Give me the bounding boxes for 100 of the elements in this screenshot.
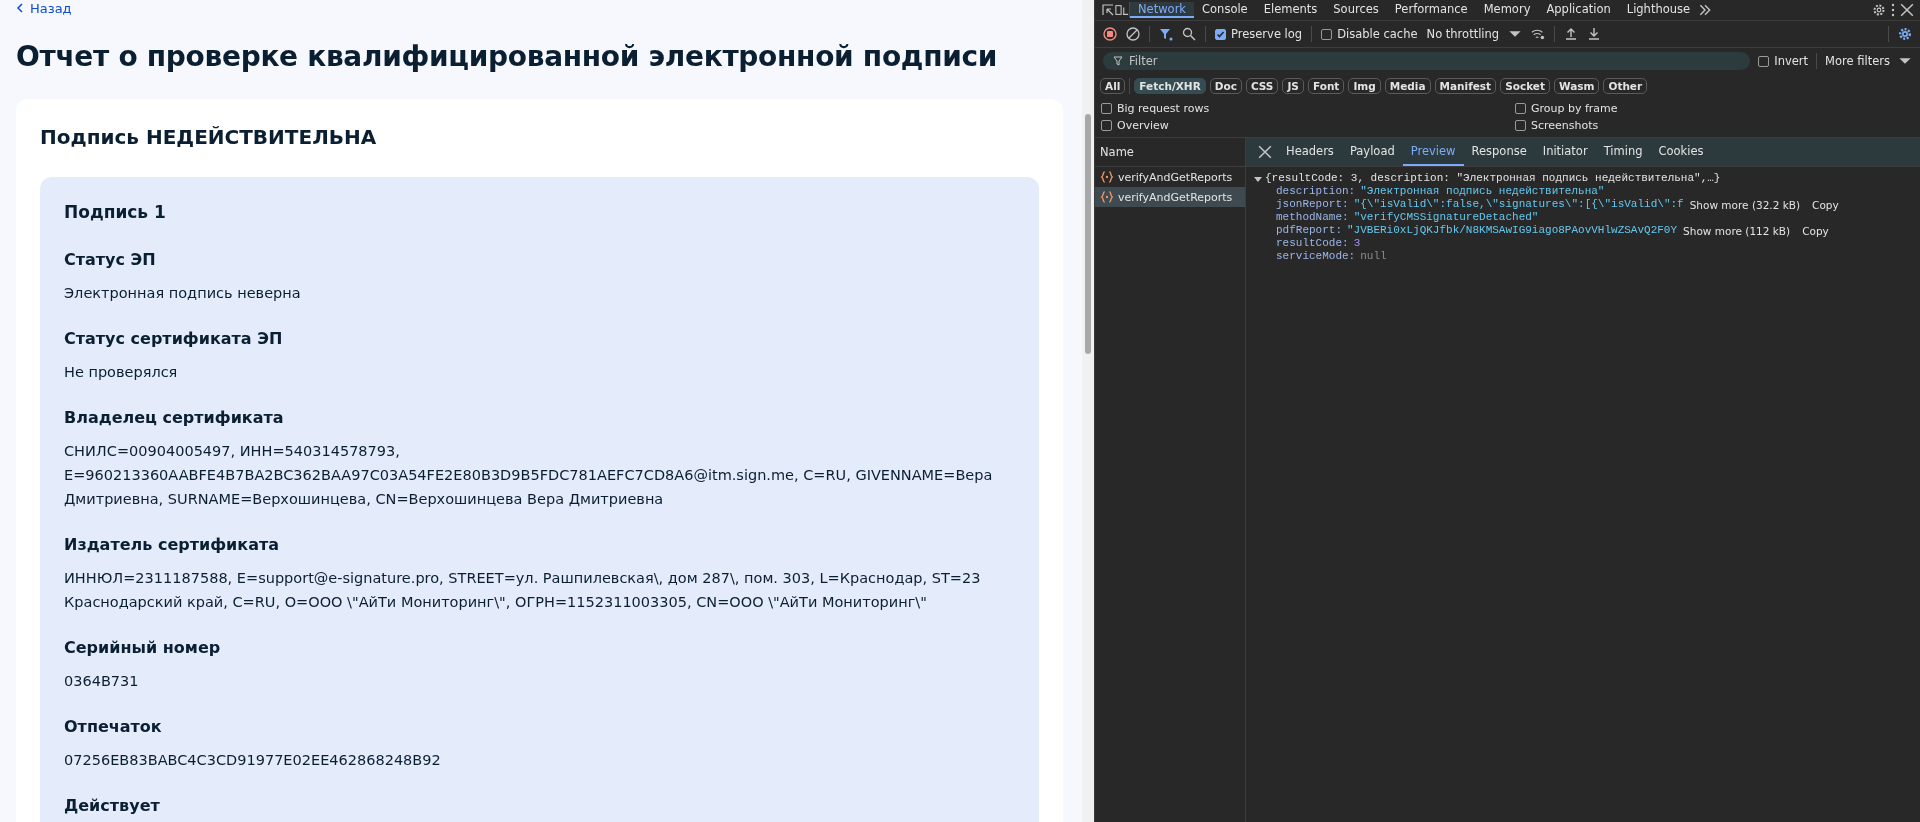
filter-icon[interactable] bbox=[1159, 27, 1173, 41]
checkbox[interactable] bbox=[1758, 55, 1770, 67]
type-filter-chip[interactable]: Media bbox=[1384, 78, 1431, 94]
type-filter-chip[interactable]: Other bbox=[1603, 78, 1648, 94]
field-label: Статус сертификата ЭП bbox=[64, 328, 284, 350]
type-filter-chip[interactable]: Doc bbox=[1209, 78, 1242, 94]
request-row[interactable]: verifyAndGetReports bbox=[1095, 167, 1245, 187]
close-icon[interactable] bbox=[1900, 3, 1914, 17]
property-key: methodName: bbox=[1276, 211, 1349, 224]
field-value: 07256EB83BABC4C3CD91977E02EE462868248B92 bbox=[64, 751, 442, 770]
checkbox-label: Disable cache bbox=[1337, 27, 1418, 41]
property-value: 3 bbox=[1353, 237, 1361, 250]
checkbox-label: Screenshots bbox=[1531, 119, 1599, 132]
show-more-button[interactable]: Show more (112 kB) bbox=[1677, 224, 1797, 237]
checkbox[interactable] bbox=[1215, 28, 1226, 40]
panel-tab[interactable]: Performance bbox=[1386, 2, 1476, 18]
column-header[interactable]: Name bbox=[1100, 145, 1134, 159]
field-value: Электронная подпись неверна bbox=[64, 284, 302, 303]
inspect-icon[interactable] bbox=[1101, 3, 1115, 17]
search-icon[interactable] bbox=[1182, 27, 1196, 41]
field-label: Владелец сертификата bbox=[64, 407, 285, 429]
checkbox-label: Invert bbox=[1774, 54, 1809, 68]
settings-icon[interactable] bbox=[1872, 3, 1886, 17]
checkbox[interactable] bbox=[1101, 103, 1112, 114]
braces-icon[interactable] bbox=[1100, 170, 1114, 184]
copy-button[interactable]: Copy bbox=[1796, 224, 1835, 237]
field-label: Серийный номер bbox=[64, 637, 222, 659]
property-key: pdfReport: bbox=[1276, 224, 1342, 237]
checkbox-label: Overview bbox=[1117, 119, 1169, 132]
scrollbar-thumb[interactable] bbox=[1085, 114, 1091, 354]
type-filter-chip[interactable]: Wasm bbox=[1553, 78, 1600, 94]
checkbox[interactable] bbox=[1101, 120, 1112, 131]
signature-heading: Подпись 1 bbox=[64, 202, 167, 222]
type-filter-chip[interactable]: JS bbox=[1282, 78, 1304, 94]
panel-tab[interactable]: Network bbox=[1130, 2, 1195, 18]
type-filter-chip[interactable]: All bbox=[1100, 78, 1126, 94]
field-label: Отпечаток bbox=[64, 716, 163, 738]
panel-tab[interactable]: Application bbox=[1538, 2, 1619, 18]
property-value: "Электронная подпись недействительна" bbox=[1360, 185, 1605, 198]
checkbox[interactable] bbox=[1515, 120, 1526, 131]
request-row[interactable]: verifyAndGetReports bbox=[1095, 187, 1245, 207]
object-summary[interactable]: {resultCode: 3, description: "Электронная подпись недействительна",…} bbox=[1265, 172, 1721, 185]
close-icon[interactable] bbox=[1258, 145, 1272, 159]
panel-tab[interactable]: Elements bbox=[1255, 2, 1326, 18]
device-icon[interactable] bbox=[1115, 3, 1129, 17]
property-key: serviceMode: bbox=[1276, 250, 1356, 263]
detail-tab[interactable]: Payload bbox=[1341, 138, 1403, 166]
detail-tab[interactable]: Initiator bbox=[1534, 138, 1596, 166]
type-filter-chip[interactable]: Fetch/XHR bbox=[1134, 78, 1206, 94]
stop-recording-icon[interactable] bbox=[1103, 27, 1117, 41]
throttling-dropdown[interactable]: No throttling bbox=[1426, 27, 1500, 41]
filter-field[interactable]: Filter bbox=[1103, 52, 1751, 70]
checkbox[interactable] bbox=[1515, 103, 1526, 114]
signature-status-heading: Подпись НЕДЕЙСТВИТЕЛЬНА bbox=[40, 125, 378, 149]
back-link[interactable]: Назад bbox=[16, 0, 72, 16]
checkbox-label: Group by frame bbox=[1531, 102, 1618, 115]
show-more-button[interactable]: Show more (32.2 kB) bbox=[1683, 198, 1807, 211]
detail-tab[interactable]: Response bbox=[1463, 138, 1535, 166]
more-filters-dropdown[interactable]: More filters bbox=[1825, 54, 1890, 68]
type-filter-chip[interactable]: CSS bbox=[1245, 78, 1279, 94]
property-key: jsonReport: bbox=[1276, 198, 1349, 211]
panel-tab[interactable]: Memory bbox=[1475, 2, 1539, 18]
settings-icon[interactable] bbox=[1898, 27, 1912, 41]
type-filter-chip[interactable]: Font bbox=[1307, 78, 1345, 94]
panel-tab[interactable]: Sources bbox=[1325, 2, 1387, 18]
clear-icon[interactable] bbox=[1126, 27, 1140, 41]
more-tabs-icon[interactable] bbox=[1698, 3, 1713, 17]
download-icon[interactable] bbox=[1587, 27, 1602, 41]
chevron-left-icon[interactable] bbox=[16, 3, 24, 13]
field-value: СНИЛС=00904005497, ИНН=540314578793, E=960213360AABFE4B7BA2BC362BAA97C03A54FE2E80B3D9B5FDC781AEFC7CD8A6@itm.sign.me, C=RU, GIVENNAME=Вера Дмитриевна, SURNAME=Верхошинцева, CN=Верхошинцева Вера Дмитриевна bbox=[64, 442, 994, 509]
checkbox[interactable] bbox=[1321, 28, 1333, 40]
type-filter-chip[interactable]: Socket bbox=[1500, 78, 1550, 94]
checkbox-label: Big request rows bbox=[1117, 102, 1210, 115]
page-title: Отчет о проверке квалифицированной электронной подписи bbox=[16, 40, 999, 73]
field-value: Не проверялся bbox=[64, 363, 179, 382]
filter-icon[interactable] bbox=[1113, 56, 1123, 66]
property-value: "verifyCMSSignatureDetached" bbox=[1353, 211, 1539, 224]
type-filter-chip[interactable]: Manifest bbox=[1434, 78, 1497, 94]
detail-tab[interactable]: Preview bbox=[1402, 138, 1464, 166]
field-label: Статус ЭП bbox=[64, 249, 157, 271]
braces-icon[interactable] bbox=[1100, 190, 1114, 204]
panel-tab[interactable]: Lighthouse bbox=[1618, 2, 1699, 18]
type-filter-chip[interactable]: Img bbox=[1348, 78, 1381, 94]
property-key: resultCode: bbox=[1276, 237, 1349, 250]
detail-tab[interactable]: Timing bbox=[1595, 138, 1651, 166]
field-value: 0364B731 bbox=[64, 672, 140, 691]
expand-triangle-icon[interactable] bbox=[1254, 174, 1262, 183]
property-value: "{\"isValid\":false,\"signatures\":[{\"isValid\":f bbox=[1353, 198, 1684, 211]
detail-tab[interactable]: Headers bbox=[1278, 138, 1342, 166]
panel-tab[interactable]: Console bbox=[1194, 2, 1256, 18]
upload-icon[interactable] bbox=[1564, 27, 1579, 41]
wifi-settings-icon[interactable] bbox=[1531, 27, 1546, 41]
field-label: Издатель сертификата bbox=[64, 534, 281, 556]
field-label: Действует bbox=[64, 795, 161, 817]
property-value: null bbox=[1360, 250, 1387, 263]
field-value: ИННЮЛ=2311187588, E=support@e-signature.pro, STREET=ул. Рашпилевская\, дом 287\, пом. 303, L=Краснодар, ST=23 Краснодарский край, C=RU, O=ООО \"АйТи Мониторинг\", ОГРН=1152311003305, CN=ООО \"АйТи Мониторинг\" bbox=[64, 569, 982, 612]
property-value: "JVBERi0xLjQKJfbk/N8KMSAwIG9iago8PAovVHlwZSAvQ2F0Y bbox=[1347, 224, 1678, 237]
property-key: description: bbox=[1276, 185, 1356, 198]
copy-button[interactable]: Copy bbox=[1806, 198, 1845, 211]
detail-tab[interactable]: Cookies bbox=[1650, 138, 1712, 166]
